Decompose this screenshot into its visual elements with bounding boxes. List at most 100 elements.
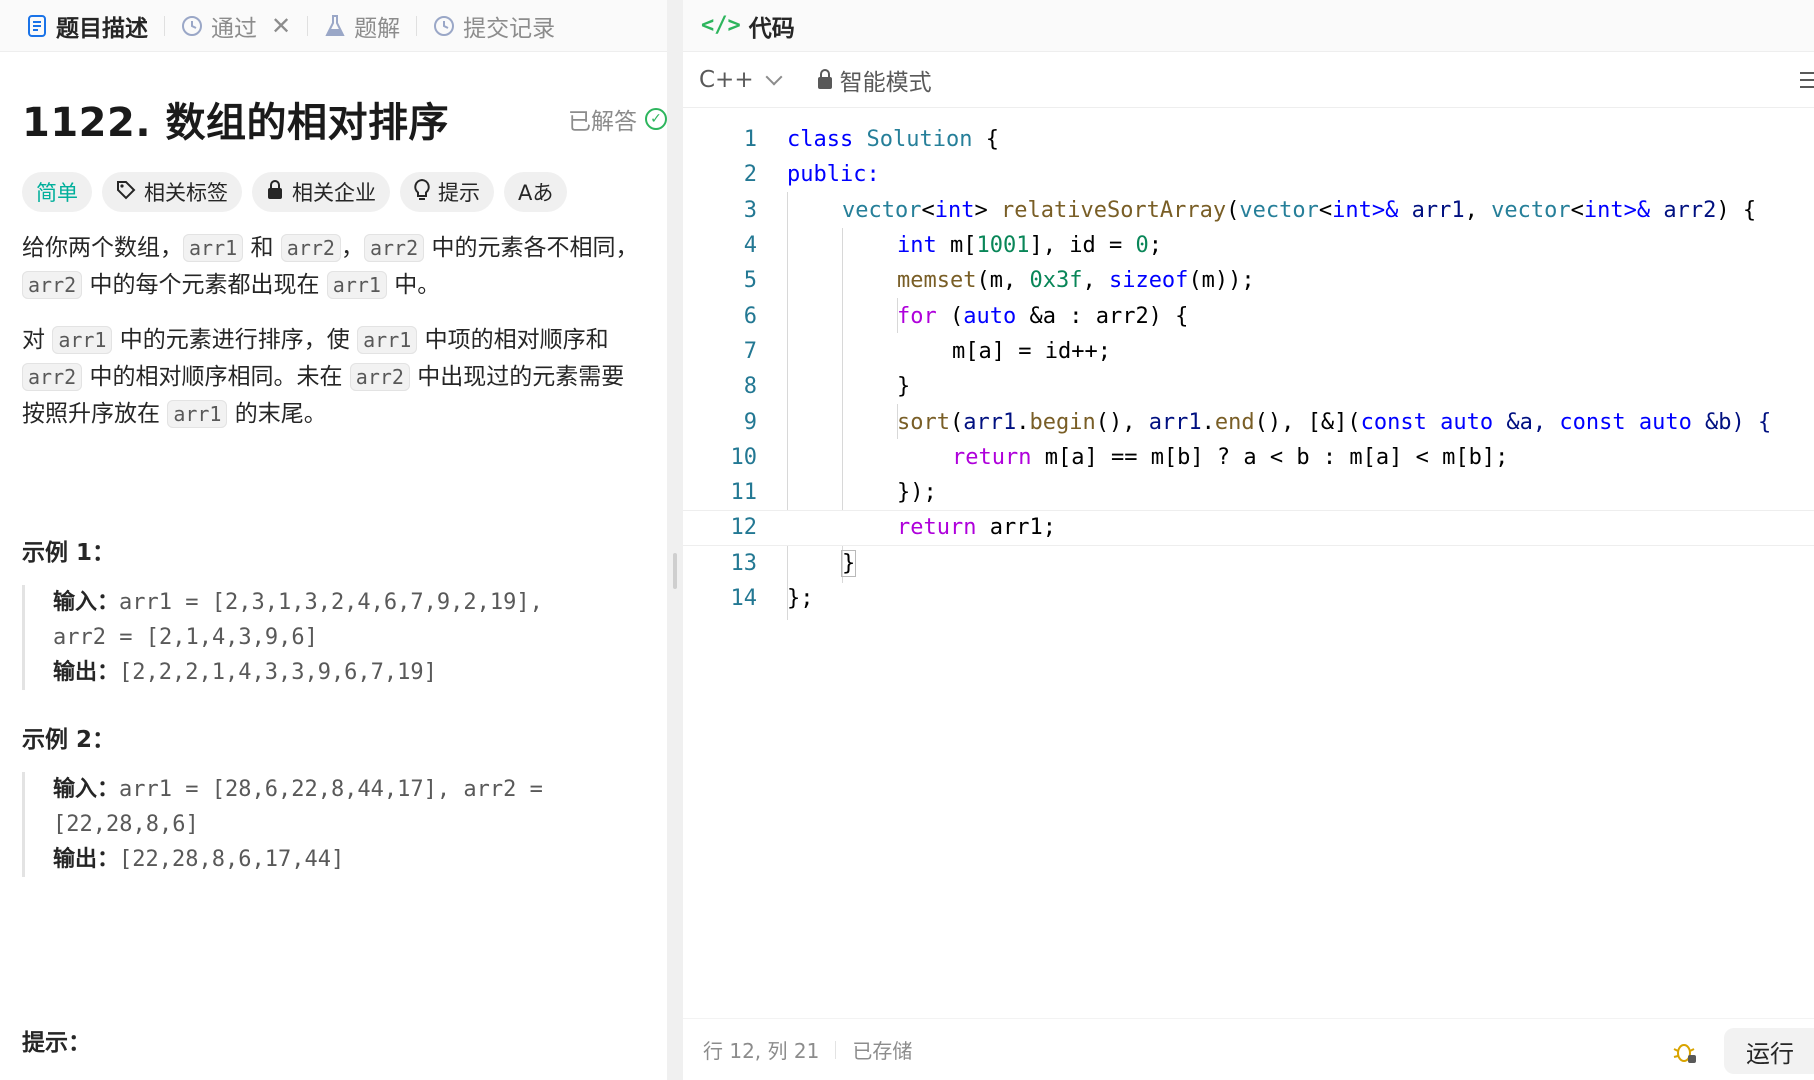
editor-toolbar: C++ 智能模式 — [683, 52, 1814, 108]
description-paragraph: 给你两个数组， arr1 和 arr2， arr2 中的元素各不相同，arr2 中的… — [22, 230, 645, 304]
companies-label: 相关企业 — [292, 181, 376, 205]
tab-solutions[interactable]: 题解 — [314, 0, 410, 52]
example-2-box: 输入：arr1 = [28,6,22,8,44,17], arr2 = [22,… — [22, 772, 645, 877]
line-number: 4 — [743, 233, 757, 259]
code-text: } — [897, 374, 911, 400]
close-icon[interactable]: ✕ — [271, 12, 291, 40]
code-line: 7 m[a] = id++; — [683, 334, 1814, 369]
hints-title: 提示： — [22, 1030, 91, 1056]
example-2-title: 示例 2： — [22, 727, 116, 753]
history-icon — [181, 15, 203, 37]
inline-code: arr2 — [22, 363, 83, 391]
desc-text: 和 — [243, 235, 281, 261]
line-number: 7 — [743, 338, 757, 364]
inline-code: arr1 — [167, 400, 228, 428]
desc-text: 中的每个元素都出现在 — [82, 272, 327, 298]
desc-text: 中的相对顺序相同。未在 — [82, 364, 350, 390]
smart-mode-toggle[interactable]: 智能模式 — [817, 63, 932, 97]
output-label: 输出： — [53, 847, 120, 872]
check-circle-icon: ✓ — [645, 108, 667, 130]
line-number: 13 — [730, 550, 758, 576]
title-row: 1122. 数组的相对排序 已解答 ✓ — [22, 94, 667, 146]
code-text: memset(m, 0x3f, sizeof(m)); — [897, 268, 1255, 294]
desc-text: 中的元素各不相同， — [424, 235, 639, 261]
menu-icon[interactable] — [1800, 72, 1814, 93]
lock-icon — [266, 179, 284, 205]
inline-code: arr2 — [349, 363, 410, 391]
tab-passed[interactable]: 通过 ✕ — [171, 0, 301, 52]
code-line: 8 } — [683, 369, 1814, 404]
inline-code: arr1 — [326, 271, 387, 299]
input-label: 输入： — [53, 590, 120, 615]
hint-label: 提示 — [438, 181, 480, 205]
inline-code: arr2 — [363, 234, 425, 262]
code-text: for (auto &a : arr2) { — [897, 303, 1189, 329]
example-2-output: 输出：[22,28,8,6,17,44] — [53, 842, 645, 877]
inline-code: arr1 — [52, 326, 113, 354]
line-number: 6 — [743, 303, 757, 329]
companies-button[interactable]: 相关企业 — [252, 172, 390, 212]
language-select[interactable]: C++ — [699, 66, 783, 93]
tab-submissions[interactable]: 提交记录 — [423, 0, 565, 52]
desc-text: 中。 — [386, 272, 441, 298]
code-text: return arr1; — [897, 515, 1056, 541]
desc-text: 中的元素进行排序，使 — [112, 327, 358, 353]
status-divider — [835, 1040, 837, 1059]
desc-text: 中项的相对顺序和 — [417, 327, 609, 353]
inline-code: arr1 — [183, 234, 244, 262]
run-button[interactable]: 运行 — [1724, 1028, 1814, 1074]
line-number: 9 — [743, 409, 757, 435]
tab-divider — [416, 15, 418, 36]
line-number: 11 — [730, 480, 758, 506]
line-number: 1 — [743, 127, 757, 153]
inline-code: arr2 — [22, 271, 83, 299]
code-line: 4 int m[1001], id = 0; — [683, 228, 1814, 263]
problem-tabs: 题目描述 通过 ✕ 题解 提交记录 — [0, 0, 667, 52]
desc-text: 的末尾。 — [227, 401, 327, 427]
line-number: 3 — [743, 197, 757, 223]
bug-icon[interactable] — [1672, 1039, 1698, 1071]
inline-code: arr2 — [280, 234, 341, 262]
tags-button[interactable]: 相关标签 — [102, 172, 242, 212]
history-icon — [433, 15, 455, 37]
problem-chips: 简单 相关标签 相关企业 提示 Aあ — [22, 172, 645, 212]
solved-status: 已解答 ✓ — [568, 102, 667, 136]
description-paragraph: 对 arr1 中的元素进行排序，使 arr1 中项的相对顺序和 arr2 中的相… — [22, 322, 645, 433]
panel-resizer[interactable] — [667, 0, 683, 1080]
tab-divider — [307, 15, 309, 36]
chevron-down-icon — [765, 68, 783, 85]
code-text: int m[1001], id = 0; — [897, 233, 1162, 259]
desc-text: 对 — [22, 327, 53, 353]
input-label: 输入： — [53, 777, 120, 802]
solved-label: 已解答 — [568, 109, 637, 135]
example-1-title: 示例 1： — [22, 540, 116, 566]
app-root: 题目描述 通过 ✕ 题解 提交记录 1122. 数组的相对排序 已解答 ✓ 简单… — [0, 0, 1814, 1080]
document-icon — [26, 14, 48, 37]
output-value: [22,28,8,6,17,44] — [119, 847, 345, 872]
resize-handle[interactable] — [673, 553, 677, 589]
cursor-position: 行 12, 列 21 — [703, 1039, 820, 1063]
tab-description-label: 题目描述 — [56, 15, 148, 42]
problem-title: 1122. 数组的相对排序 — [22, 100, 449, 146]
difficulty-badge: 简单 — [22, 172, 92, 212]
line-number: 10 — [730, 444, 758, 470]
run-button-label: 运行 — [1746, 1039, 1794, 1068]
hint-button[interactable]: 提示 — [400, 172, 494, 212]
tab-description[interactable]: 题目描述 — [16, 0, 158, 52]
language-label: C++ — [699, 66, 754, 93]
code-panel-header: </> 代码 — [683, 0, 1814, 52]
code-text: }); — [897, 480, 937, 506]
tag-icon — [116, 180, 136, 205]
problem-panel: 题目描述 通过 ✕ 题解 提交记录 1122. 数组的相对排序 已解答 ✓ 简单… — [0, 0, 667, 1080]
code-line: 11 }); — [683, 475, 1814, 510]
code-line: 1 class Solution { — [683, 122, 1814, 157]
line-number: 14 — [730, 586, 758, 611]
code-line: 13 } — [683, 546, 1814, 581]
code-line-current: 12 return arr1; — [683, 510, 1814, 546]
code-editor[interactable]: 1 class Solution { 2 public: 3 vector<in… — [683, 122, 1814, 620]
input-value: arr1 = [28,6,22,8,44,17], arr2 = — [119, 777, 543, 802]
translate-button[interactable]: Aあ — [504, 172, 568, 212]
code-text: public: — [787, 162, 880, 188]
example-2-input: 输入：arr1 = [28,6,22,8,44,17], arr2 = — [53, 772, 645, 807]
line-number: 2 — [743, 162, 757, 188]
